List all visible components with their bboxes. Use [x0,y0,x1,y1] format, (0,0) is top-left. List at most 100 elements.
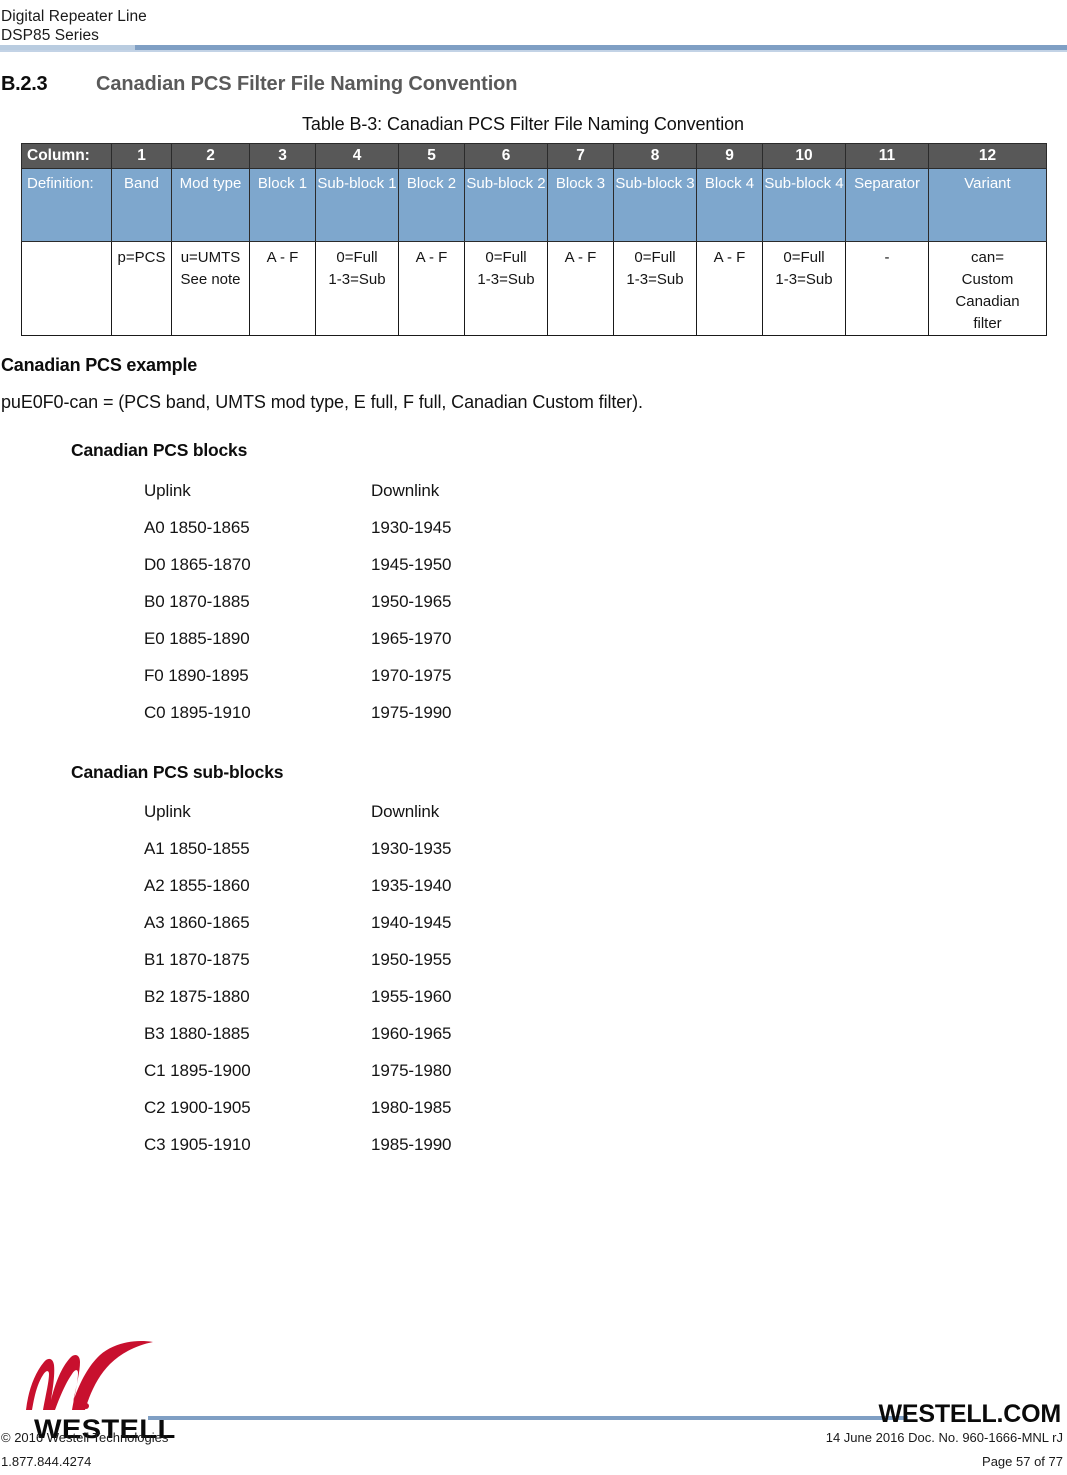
subblocks-downlink-0: 1930-1935 [371,839,452,858]
column-number-12: 12 [928,143,1047,169]
example-text: puE0F0-can = (PCS band, UMTS mod type, E… [1,392,643,412]
list-item: C3 1905-1910 1985-1990 [144,1126,452,1163]
example-heading: Canadian PCS example [1,355,198,375]
value-9: A - F [696,241,763,336]
list-item: C0 1895-1910 1975-1990 [144,694,452,731]
subblocks-uplink-6: C1 1895-1900 [144,1061,251,1080]
value-lines-9: A - F [698,247,762,269]
value-lines-12: can= Custom Canadian filter [930,247,1046,335]
subblocks-list-header: Uplink Downlink [144,793,451,830]
definition-5: Block 2 [398,168,465,242]
column-number-11: 11 [845,143,929,169]
value-line-0: u=UMTS [180,249,241,266]
value-line-0: A - F [713,249,746,266]
value-line-1: 1-3=Sub [626,271,684,288]
definition-11: Separator [845,168,929,242]
definition-6: Sub-block 2 [464,168,548,242]
subblocks-col-downlink: Downlink [371,802,440,821]
row-label-definition: Definition: [21,168,112,242]
value-lines-6: 0=Full 1-3=Sub [466,247,547,291]
column-number-6: 6 [464,143,548,169]
value-lines-1: p=PCS [113,247,171,269]
filter-naming-convention-table: Column: 1 2 3 4 5 6 7 8 9 10 11 12 Defin… [21,143,1047,336]
definition-7: Block 3 [547,168,614,242]
value-line-0: 0=Full [336,249,378,266]
blocks-downlink-3: 1965-1970 [371,629,452,648]
list-item: B0 1870-1885 1950-1965 [144,583,452,620]
document-page: { "header": { "line1": "Digital Repeater… [0,0,1067,1475]
column-number-3: 3 [249,143,316,169]
column-number-1: 1 [111,143,172,169]
value-line-0: p=PCS [117,249,166,266]
blocks-col-uplink: Uplink [144,481,191,500]
value-lines-5: A - F [400,247,464,269]
value-line-2: Canadian [955,293,1020,310]
definition-2: Mod type [171,168,250,242]
blocks-uplink-0: A0 1850-1865 [144,518,250,537]
blocks-list-header: Uplink Downlink [144,472,451,509]
table-caption: Table B-3: Canadian PCS Filter File Nami… [302,114,744,134]
value-5: A - F [398,241,465,336]
subblocks-uplink-1: A2 1855-1860 [144,876,250,895]
value-lines-11: - [847,247,928,269]
value-lines-10: 0=Full 1-3=Sub [764,247,845,291]
page-footer: WESTELL WESTELL.COM © 2016 Westell Techn… [0,1332,1067,1475]
value-10: 0=Full 1-3=Sub [762,241,846,336]
subblocks-col-uplink: Uplink [144,802,191,821]
subblocks-uplink-5: B3 1880-1885 [144,1024,250,1043]
value-line-0: A - F [564,249,597,266]
column-number-9: 9 [696,143,763,169]
value-2: u=UMTS See note [171,241,250,336]
value-line-1: 1-3=Sub [775,271,833,288]
list-item: B1 1870-1875 1950-1955 [144,941,452,978]
blocks-downlink-5: 1975-1990 [371,703,452,722]
subblocks-downlink-6: 1975-1980 [371,1061,452,1080]
footer-phone: 1.877.844.4274 [1,1454,92,1469]
value-3: A - F [249,241,316,336]
footer-doc-info: 14 June 2016 Doc. No. 960-1666-MNL rJ [825,1430,1063,1445]
section-number: B.2.3 [1,73,48,95]
value-8: 0=Full 1-3=Sub [613,241,697,336]
subblocks-downlink-2: 1940-1945 [371,913,452,932]
definition-12: Variant [928,168,1047,242]
blocks-uplink-1: D0 1865-1870 [144,555,251,574]
subblocks-uplink-8: C3 1905-1910 [144,1135,251,1154]
list-item: C2 1900-1905 1980-1985 [144,1089,452,1126]
value-line-0: 0=Full [485,249,527,266]
footer-rule [148,1416,908,1420]
footer-copyright: © 2016 Westell Technologies [1,1430,169,1445]
westell-logo: WESTELL [22,1340,182,1444]
blocks-uplink-3: E0 1885-1890 [144,629,250,648]
footer-website: WESTELL.COM [878,1400,1061,1428]
blocks-list: Uplink Downlink A0 1850-1865 1930-1945 D0 … [144,472,452,731]
blocks-uplink-5: C0 1895-1910 [144,703,251,722]
subblocks-downlink-5: 1960-1965 [371,1024,452,1043]
value-6: 0=Full 1-3=Sub [464,241,548,336]
table-row-definitions: Definition: Band Mod type Block 1 Sub-bl… [21,168,1047,242]
column-number-7: 7 [547,143,614,169]
value-4: 0=Full 1-3=Sub [315,241,399,336]
value-11: - [845,241,929,336]
column-number-5: 5 [398,143,465,169]
subblocks-uplink-4: B2 1875-1880 [144,987,250,1006]
blocks-col-downlink: Downlink [371,481,440,500]
value-line-0: 0=Full [783,249,825,266]
subblocks-uplink-3: B1 1870-1875 [144,950,250,969]
value-line-0: A - F [266,249,299,266]
row-label-column: Column: [21,143,112,169]
blocks-heading: Canadian PCS blocks [71,440,248,460]
value-7: A - F [547,241,614,336]
value-line-1: See note [180,271,241,288]
list-item: F0 1890-1895 1970-1975 [144,657,452,694]
footer-page-number: Page 57 of 77 [982,1454,1063,1469]
value-lines-3: A - F [251,247,315,269]
definition-4: Sub-block 1 [315,168,399,242]
list-item: A0 1850-1865 1930-1945 [144,509,452,546]
subblocks-downlink-4: 1955-1960 [371,987,452,1006]
running-header: Digital Repeater Line DSP85 Series [0,0,1067,45]
value-1: p=PCS [111,241,172,336]
value-12: can= Custom Canadian filter [928,241,1047,336]
subblocks-downlink-7: 1980-1985 [371,1098,452,1117]
value-line-1: Custom [961,271,1014,288]
column-number-8: 8 [613,143,697,169]
